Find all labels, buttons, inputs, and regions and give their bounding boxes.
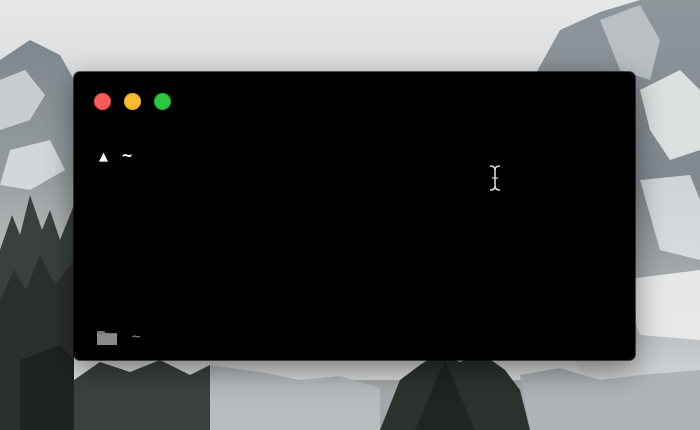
prompt-directory: ~ [122,146,133,166]
prompt-symbol: ▲ [99,147,109,165]
minimize-button[interactable] [124,93,141,110]
terminal-window[interactable]: ▲ ~ ~ [74,72,635,360]
close-button[interactable] [94,93,111,110]
status-bar: ~ [96,328,140,346]
current-directory-path: ~ [132,329,141,345]
prompt-line[interactable]: ▲ ~ [99,147,132,165]
zoom-button[interactable] [154,93,171,110]
window-controls [94,93,171,110]
text-cursor-icon [489,165,501,191]
folder-icon [97,331,117,345]
